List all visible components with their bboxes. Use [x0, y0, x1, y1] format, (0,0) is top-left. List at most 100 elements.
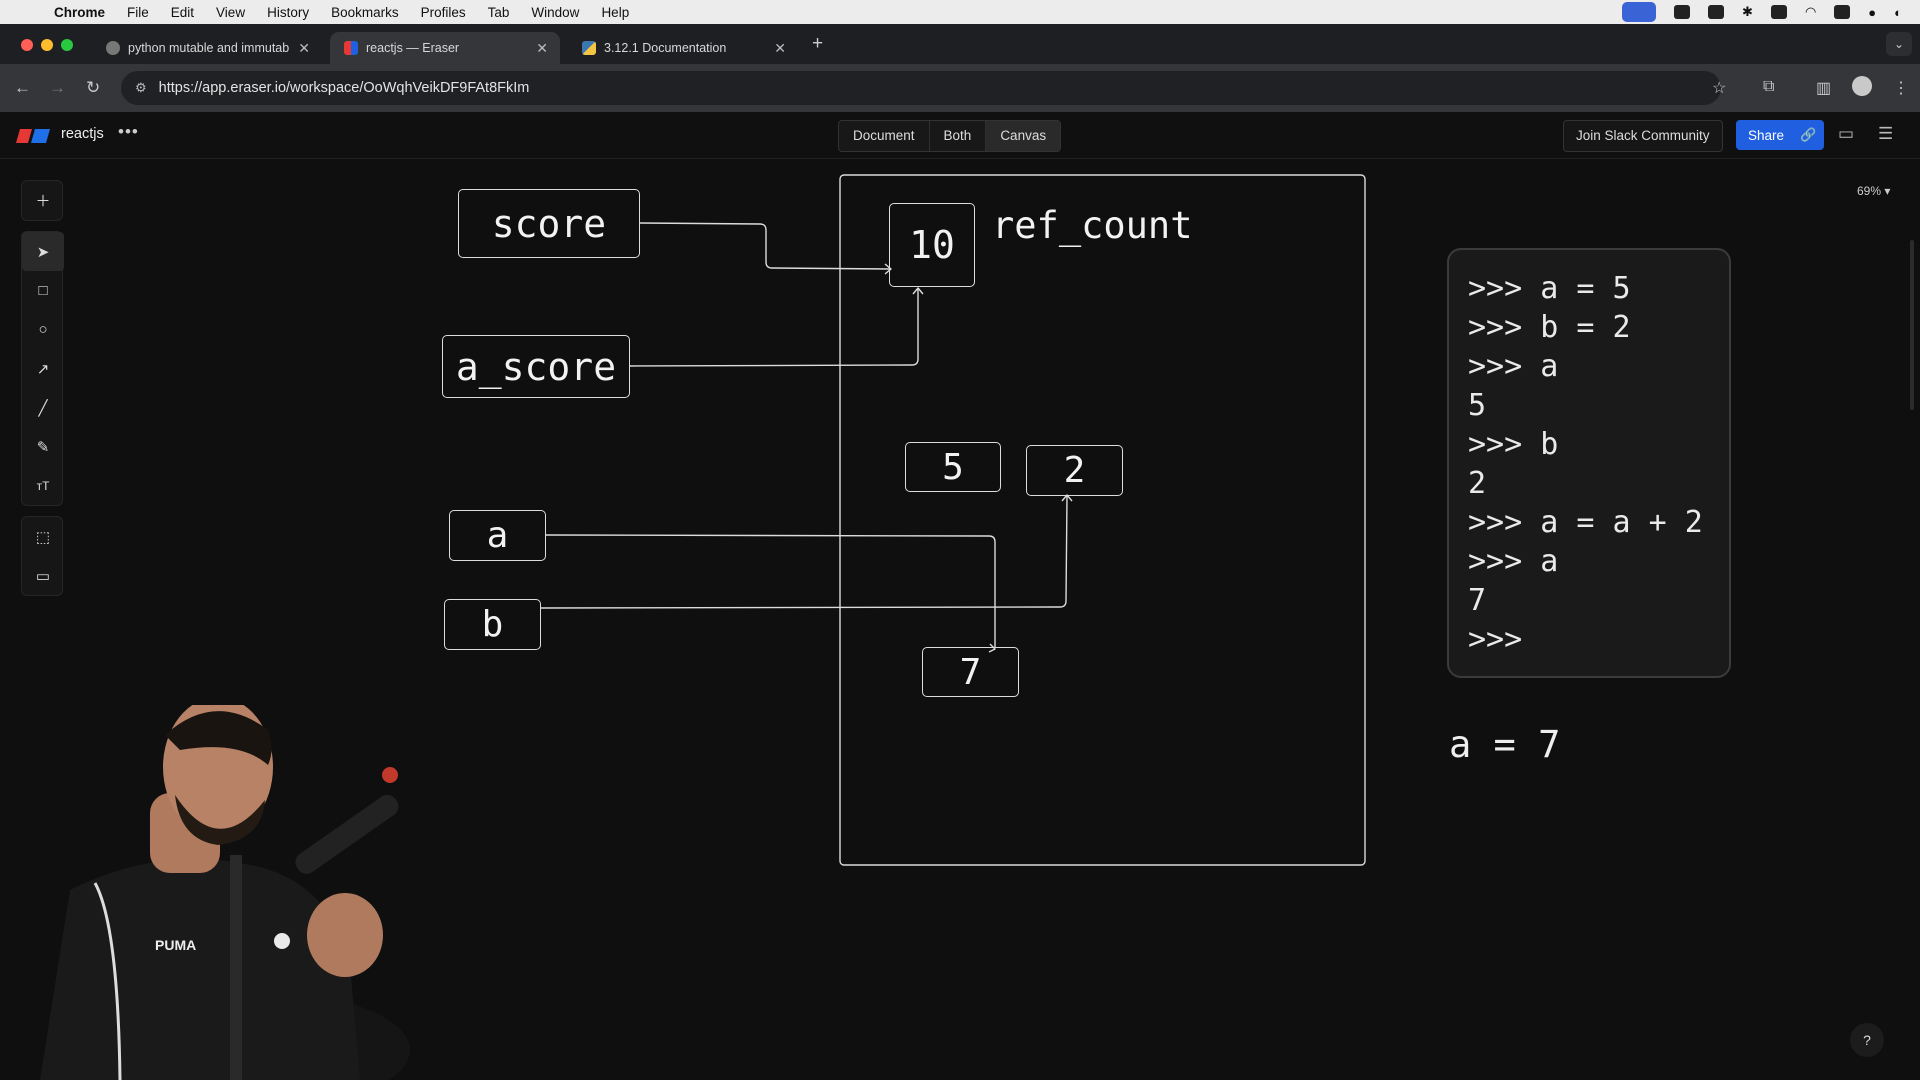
display-icon[interactable]: [1770, 5, 1787, 19]
repl-line: >>> a: [1468, 544, 1559, 579]
zoom-level[interactable]: 69% ▾: [1857, 184, 1890, 198]
share-label: Share: [1748, 127, 1785, 143]
add-tool-button[interactable]: ＋: [22, 181, 64, 220]
plus-icon: ＋: [35, 193, 51, 210]
outline-panel-icon[interactable]: ☰: [1878, 124, 1893, 144]
battery-icon[interactable]: [1834, 5, 1851, 19]
view-canvas-button[interactable]: Canvas: [986, 121, 1061, 151]
value-two[interactable]: 2: [1026, 445, 1123, 496]
value-seven[interactable]: 7: [922, 647, 1019, 697]
extensions-icon[interactable]: ⧉: [1763, 78, 1774, 96]
screen-record-icon[interactable]: [1622, 2, 1657, 22]
bookmark-star-icon[interactable]: ☆: [1712, 78, 1726, 98]
maximize-window-icon[interactable]: [61, 39, 73, 51]
eraser-logo-icon[interactable]: [16, 129, 50, 143]
control-center-icon[interactable]: ◐: [1894, 5, 1902, 20]
menu-tab[interactable]: Tab: [488, 5, 510, 20]
new-tab-icon[interactable]: +: [812, 33, 823, 55]
bluetooth-icon[interactable]: ✱: [1742, 4, 1753, 20]
menu-edit[interactable]: Edit: [171, 5, 194, 20]
copy-link-icon[interactable]: 🔗: [1800, 127, 1816, 143]
join-slack-button[interactable]: Join Slack Community: [1563, 120, 1723, 152]
tab-search-icon[interactable]: ⌄: [1886, 32, 1912, 56]
site-info-icon[interactable]: ⚙: [135, 80, 147, 96]
comments-icon[interactable]: ▭: [1838, 124, 1854, 144]
view-document-button[interactable]: Document: [839, 121, 930, 151]
menu-file[interactable]: File: [127, 5, 149, 20]
value-ten[interactable]: 10: [889, 203, 975, 287]
label-a-score[interactable]: a_score: [442, 335, 630, 398]
tab-reactjs-eraser[interactable]: reactjs — Eraser ✕: [330, 32, 560, 64]
arrow-icon: ↗: [36, 360, 50, 378]
square-icon: □: [38, 282, 48, 299]
value-five[interactable]: 5: [905, 442, 1001, 492]
repl-line: >>>: [1468, 622, 1523, 657]
ref-count-label[interactable]: ref_count: [992, 204, 1192, 247]
profile-avatar-icon[interactable]: [1852, 76, 1872, 96]
more-options-icon[interactable]: •••: [118, 122, 139, 142]
tool-rail: ＋ ➤ □ ○ ↗ ╱ ✎ ᴛT ⬚ ▭: [21, 180, 64, 606]
tab-python-docs[interactable]: 3.12.1 Documentation ✕: [568, 32, 798, 64]
address-bar[interactable]: ⚙ https://app.eraser.io/workspace/OoWqhV…: [121, 71, 1721, 105]
tab-close-icon[interactable]: ✕: [774, 40, 786, 57]
arrow-a-to-7: [545, 534, 996, 648]
tab-title: 3.12.1 Documentation: [604, 41, 727, 55]
menu-profiles[interactable]: Profiles: [421, 5, 466, 20]
forward-icon[interactable]: →: [49, 78, 66, 98]
view-both-button[interactable]: Both: [930, 121, 987, 151]
tab-python-mutable[interactable]: python mutable and immutab ✕: [92, 32, 322, 64]
close-window-icon[interactable]: [21, 39, 33, 51]
arrow-tool-button[interactable]: ↗: [22, 349, 64, 388]
result-note[interactable]: a = 7: [1449, 723, 1560, 766]
macos-menubar: Chrome File Edit View History Bookmarks …: [0, 0, 1920, 24]
tab-favicon-icon: [106, 41, 120, 55]
minimize-window-icon[interactable]: [41, 39, 53, 51]
circle-icon: ○: [38, 321, 48, 338]
back-icon[interactable]: ←: [14, 78, 31, 98]
tab-close-icon[interactable]: ✕: [536, 40, 548, 57]
line-tool-button[interactable]: ╱: [22, 388, 64, 427]
select-tool-button[interactable]: ➤: [22, 232, 64, 271]
eraser-favicon-icon: [344, 41, 358, 55]
menu-view[interactable]: View: [216, 5, 245, 20]
ellipse-tool-button[interactable]: ○: [22, 310, 64, 349]
label-a[interactable]: a: [449, 510, 546, 561]
browser-toolbar: ← → ↻ ⚙ https://app.eraser.io/workspace/…: [0, 64, 1920, 112]
wifi-icon[interactable]: ◠: [1805, 4, 1816, 20]
help-button[interactable]: ?: [1850, 1023, 1884, 1057]
repl-line: >>> b = 2: [1468, 310, 1631, 345]
tab-title: python mutable and immutab: [128, 41, 290, 55]
side-panel-icon[interactable]: ▥: [1816, 78, 1831, 98]
status-tray: ✱ ◠ ● ◐: [1622, 0, 1902, 24]
pen-tool-button[interactable]: ✎: [22, 427, 64, 466]
pencil-icon: ✎: [36, 438, 50, 456]
comment-tool-button[interactable]: ▭: [22, 556, 64, 595]
repl-line: >>> a = 5: [1468, 271, 1631, 306]
repl-line: >>> b: [1468, 427, 1559, 462]
python-repl-card[interactable]: >>> a = 5 >>> b = 2 >>> a 5 >>> b 2 >>> …: [1447, 248, 1731, 678]
label-b[interactable]: b: [444, 599, 541, 650]
share-button[interactable]: Share 🔗: [1736, 120, 1824, 150]
label-score[interactable]: score: [458, 189, 640, 258]
chrome-menu-icon[interactable]: ⋮: [1893, 78, 1909, 98]
frame-icon: ⬚: [35, 528, 51, 546]
siri-icon[interactable]: ●: [1868, 5, 1876, 20]
grid-app-icon[interactable]: [1708, 5, 1725, 19]
reload-icon[interactable]: ↻: [86, 78, 100, 98]
canvas-scrollbar[interactable]: [1910, 240, 1914, 410]
tab-close-icon[interactable]: ✕: [298, 40, 310, 57]
menu-app-name[interactable]: Chrome: [54, 5, 105, 20]
menu-history[interactable]: History: [267, 5, 309, 20]
workspace-name[interactable]: reactjs: [61, 126, 104, 142]
text-tool-button[interactable]: ᴛT: [22, 466, 64, 505]
comment-icon: ▭: [35, 567, 51, 585]
frame-tool-button[interactable]: ⬚: [22, 517, 64, 556]
menu-help[interactable]: Help: [601, 5, 629, 20]
rectangle-tool-button[interactable]: □: [22, 271, 64, 310]
url-text[interactable]: https://app.eraser.io/workspace/OoWqhVei…: [159, 80, 530, 96]
repl-line: 7: [1468, 583, 1487, 618]
menu-window[interactable]: Window: [531, 5, 579, 20]
m-app-icon[interactable]: [1674, 5, 1691, 19]
menu-bookmarks[interactable]: Bookmarks: [331, 5, 399, 20]
browser-tab-strip: python mutable and immutab ✕ reactjs — E…: [0, 24, 1920, 64]
